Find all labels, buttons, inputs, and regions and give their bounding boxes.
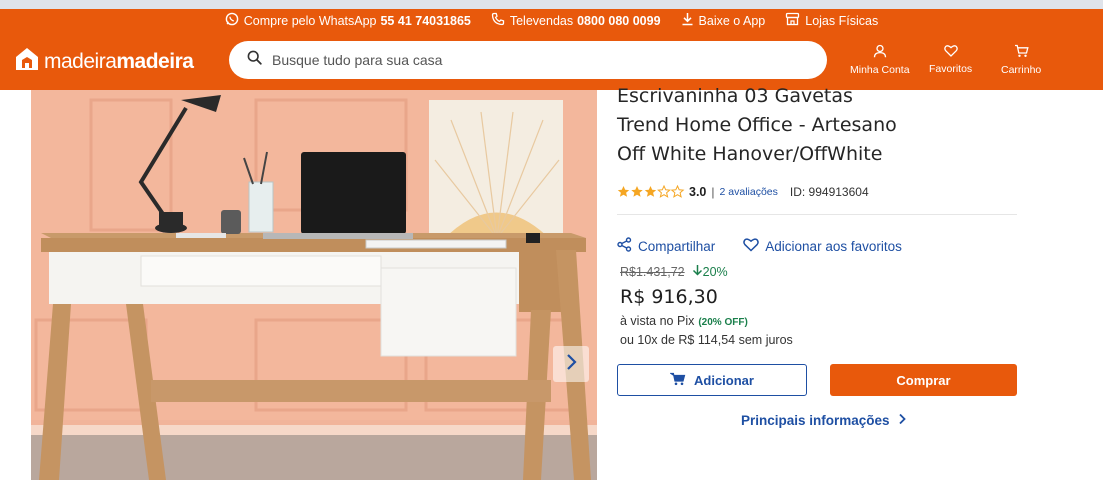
chevron-right-icon	[564, 353, 578, 376]
download-app-label: Baixe o App	[698, 13, 766, 28]
pix-info: à vista no Pix (20% OFF)	[620, 314, 748, 328]
cart-button[interactable]: Carrinho	[1001, 44, 1041, 76]
rating-stars	[617, 185, 685, 199]
main-info-label: Principais informações	[741, 413, 890, 428]
search-icon[interactable]	[247, 50, 262, 70]
main-info-link[interactable]: Principais informações	[741, 413, 906, 428]
gallery-next-button[interactable]	[553, 346, 589, 382]
logo-wordmark: madeiramadeira	[44, 49, 194, 74]
whatsapp-number: 55 41 74031865	[380, 13, 471, 28]
rating-separator: |	[711, 185, 715, 199]
browser-chrome-strip	[0, 0, 1103, 9]
search-input[interactable]	[272, 52, 812, 68]
whatsapp-icon	[225, 12, 244, 29]
product-info-panel: Escrivaninha 03 Gavetas Trend Home Offic…	[617, 85, 1017, 428]
rating-row: 3.0 | 2 avaliações ID: 994913604	[617, 185, 869, 199]
add-favorite-button[interactable]: Adicionar aos favoritos	[743, 237, 902, 255]
discount-badge: 20%	[692, 264, 728, 279]
arrow-down-icon	[692, 264, 703, 279]
old-price-row: R$1.431,72 20%	[620, 264, 728, 279]
my-account-button[interactable]: Minha Conta	[850, 44, 910, 76]
star-icon	[617, 185, 685, 198]
download-icon	[681, 12, 699, 29]
old-price: R$1.431,72	[620, 264, 685, 279]
share-label: Compartilhar	[638, 238, 716, 254]
heart-icon	[943, 44, 958, 63]
logo-part-2: madeira	[116, 49, 194, 73]
whatsapp-link[interactable]: Compre pelo WhatsApp 55 41 74031865	[225, 12, 471, 29]
buy-now-label: Comprar	[896, 372, 951, 388]
add-favorite-label: Adicionar aos favoritos	[765, 238, 902, 254]
product-actions-row: Compartilhar Adicionar aos favoritos	[617, 237, 930, 255]
title-line-2: Trend Home Office - Artesano	[617, 114, 897, 136]
logo-part-1: madeira	[44, 49, 117, 73]
rating-value: 3.0	[689, 185, 707, 199]
pix-label: à vista no Pix	[620, 314, 695, 328]
favorites-label: Favoritos	[929, 63, 973, 75]
physical-stores-label: Lojas Físicas	[805, 13, 879, 28]
title-line-3: Off White Hanover/OffWhite	[617, 143, 883, 165]
product-id: ID: 994913604	[789, 185, 869, 199]
download-app-link[interactable]: Baixe o App	[681, 12, 766, 29]
reviews-link[interactable]: 2 avaliações	[720, 186, 778, 198]
user-icon	[873, 44, 887, 64]
chevron-right-icon	[890, 413, 906, 428]
product-photo	[31, 90, 597, 480]
add-to-cart-label: Adicionar	[694, 372, 754, 388]
product-image-gallery[interactable]	[31, 90, 597, 480]
pix-discount: (20% OFF)	[698, 317, 748, 328]
add-to-cart-button[interactable]: Adicionar	[617, 364, 807, 396]
promo-topbar: Compre pelo WhatsApp 55 41 74031865 Tele…	[0, 9, 1103, 32]
physical-stores-link[interactable]: Lojas Físicas	[785, 12, 878, 29]
search-bar[interactable]	[229, 41, 827, 79]
favorites-button[interactable]: Favoritos	[929, 44, 972, 75]
title-line-1: Escrivaninha 03 Gavetas	[617, 85, 853, 107]
televendas-link[interactable]: Televendas 0800 080 0099	[491, 12, 661, 29]
divider	[617, 214, 1017, 215]
share-button[interactable]: Compartilhar	[617, 237, 715, 255]
site-logo[interactable]: madeiramadeira	[14, 46, 194, 77]
installments-info: ou 10x de R$ 114,54 sem juros	[620, 333, 793, 347]
share-icon	[617, 237, 638, 255]
buy-now-button[interactable]: Comprar	[830, 364, 1017, 396]
televendas-label: Televendas	[509, 13, 574, 28]
store-icon	[785, 12, 805, 29]
cart-label: Carrinho	[1001, 64, 1042, 76]
product-title: Escrivaninha 03 Gavetas Trend Home Offic…	[617, 82, 1017, 169]
cart-icon	[1014, 44, 1029, 64]
house-logo-icon	[14, 46, 40, 77]
current-price: R$ 916,30	[620, 286, 718, 308]
my-account-label: Minha Conta	[850, 64, 910, 76]
whatsapp-label: Compre pelo WhatsApp	[243, 13, 377, 28]
heart-icon	[743, 237, 765, 255]
cart-icon	[669, 372, 694, 389]
discount-value: 20%	[702, 264, 728, 279]
televendas-number: 0800 080 0099	[577, 13, 661, 28]
phone-icon	[491, 12, 510, 29]
